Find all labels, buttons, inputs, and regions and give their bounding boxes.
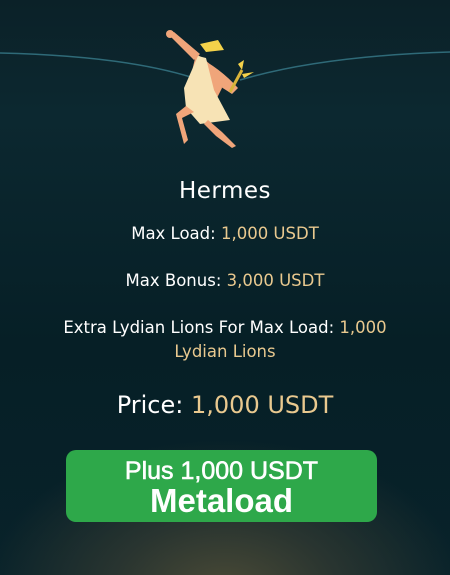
extra-lions-label: Extra Lydian Lions For Max Load: (63, 318, 335, 337)
price-value: 1,000 USDT (191, 391, 334, 419)
extra-lions-unit: Lydian Lions (174, 342, 276, 361)
metaload-button[interactable]: Plus 1,000 USDT Metaload (66, 450, 377, 522)
card-title: Hermes (178, 178, 272, 204)
price: Price: 1,000 USDT (0, 391, 450, 419)
extra-lions: Extra Lydian Lions For Max Load: 1,000 (0, 318, 450, 337)
max-load-value: 1,000 USDT (220, 224, 319, 243)
max-load: Max Load: 1,000 USDT (0, 224, 450, 243)
extra-lions-value: 1,000 (339, 318, 387, 337)
price-label: Price: (116, 391, 184, 419)
max-bonus: Max Bonus: 3,000 USDT (0, 271, 450, 290)
metaload-button-line2: Metaload (149, 482, 294, 519)
max-bonus-label: Max Bonus: (125, 271, 222, 290)
hermes-illustration (166, 30, 254, 148)
max-bonus-value: 3,000 USDT (226, 271, 325, 290)
metaload-button-line1: Plus 1,000 USDT (124, 457, 319, 485)
max-load-label: Max Load: (131, 224, 216, 243)
